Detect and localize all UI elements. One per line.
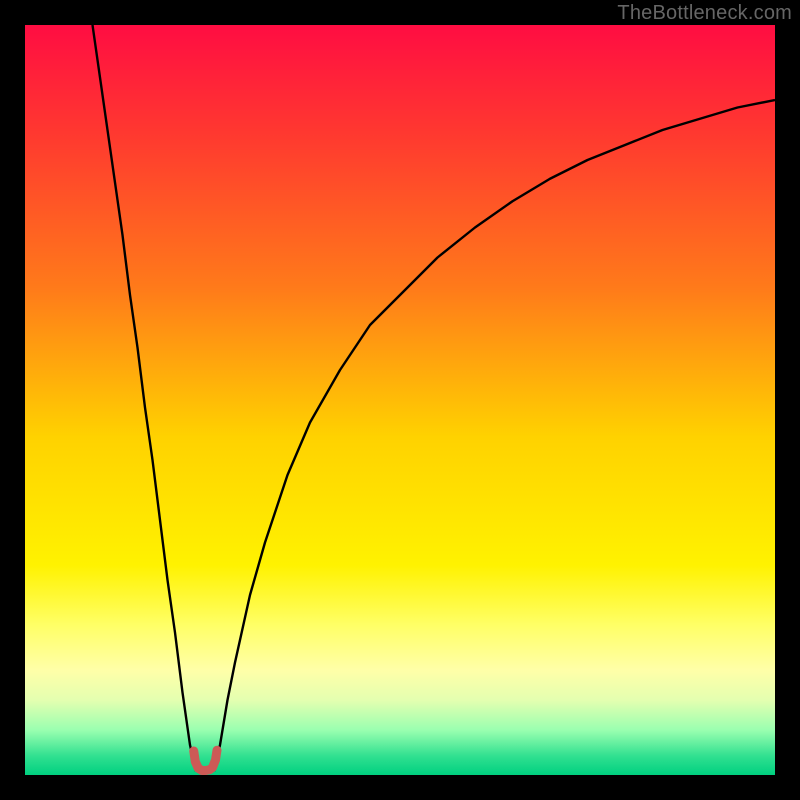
watermark-text: TheBottleneck.com: [617, 2, 792, 25]
gradient-bg: [25, 25, 775, 775]
plot-area: [25, 25, 775, 775]
outer-frame: TheBottleneck.com: [0, 0, 800, 800]
chart-svg: [25, 25, 775, 775]
